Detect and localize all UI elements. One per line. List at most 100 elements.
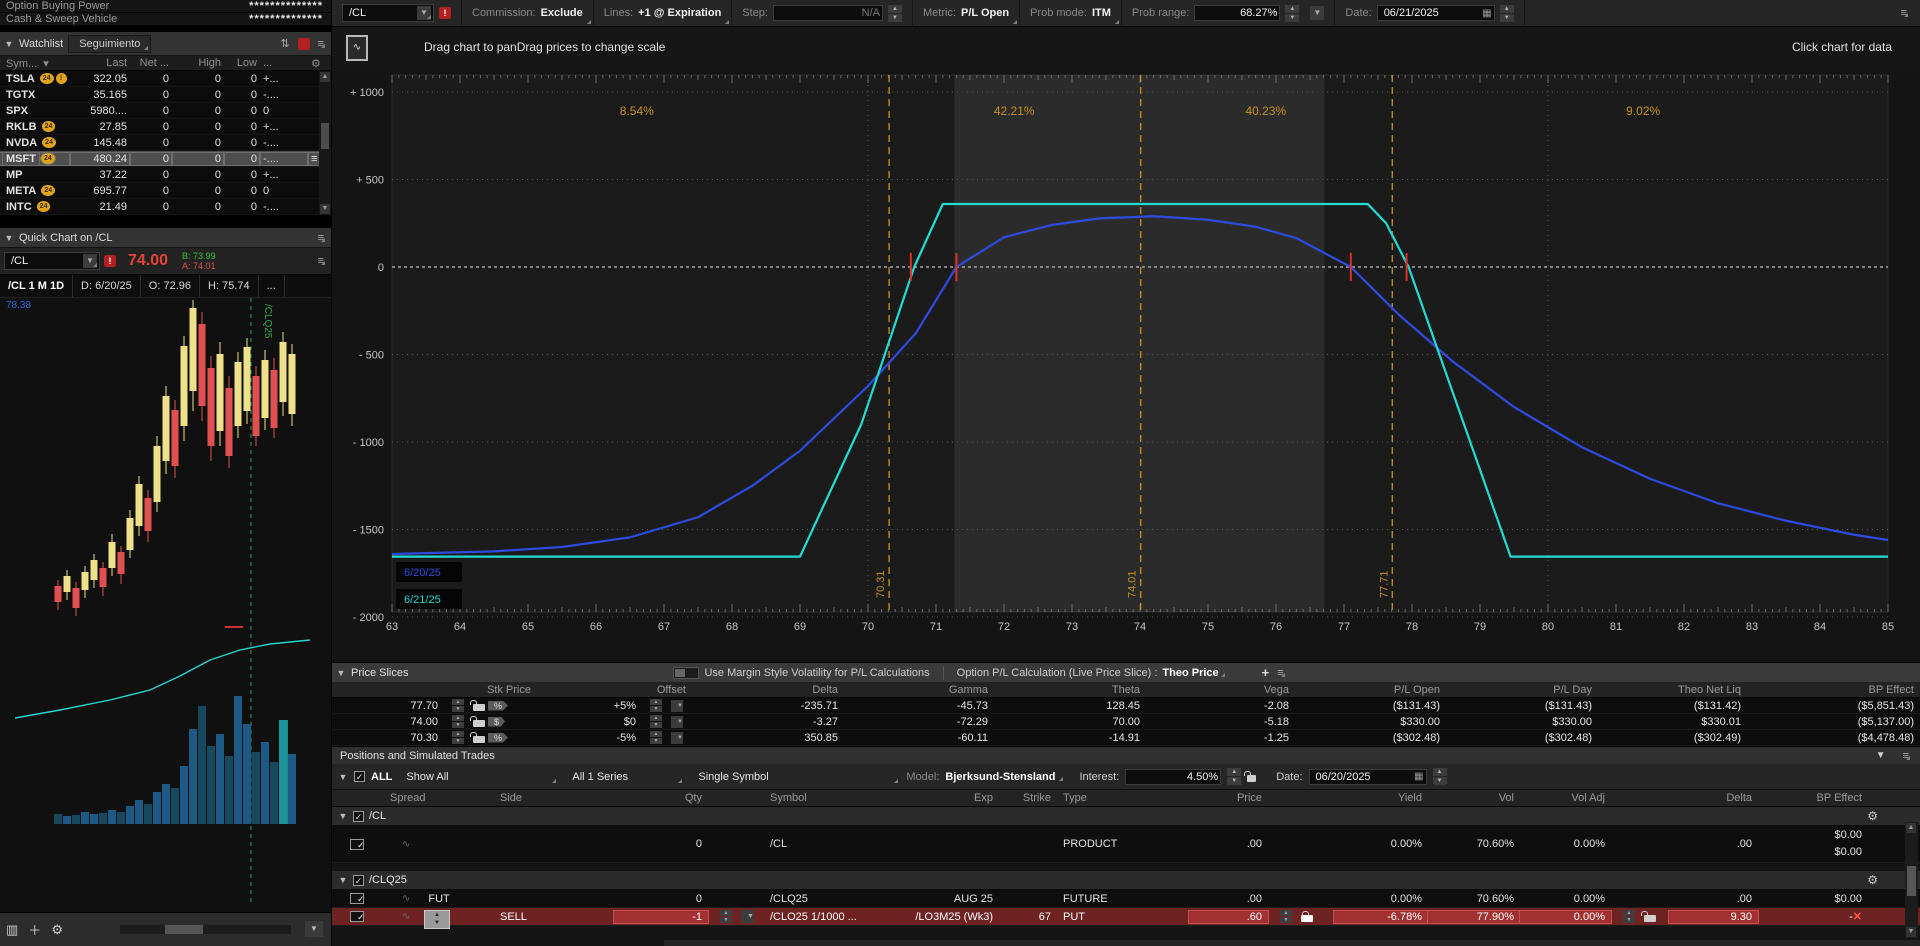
watchlist-row[interactable]: NVDA24145.48000-.... [0,135,331,151]
chevron-down-icon[interactable]: ▼ [338,772,348,782]
col-symbol[interactable]: Sym... ▾ [0,57,70,70]
calendar-icon[interactable]: ▦ [1414,771,1423,782]
price-cell[interactable]: .00 [1189,838,1268,850]
chart-mode-icon[interactable]: ∿ [346,35,368,61]
spin-up-icon[interactable]: ▲ [1227,768,1241,776]
percent-tag[interactable]: % [488,701,508,711]
add-icon[interactable]: ＋ [28,920,41,939]
commission-setting[interactable]: Commission: Exclude [462,0,594,26]
spin-down-icon[interactable]: ▼ [720,917,732,923]
spin-down-icon[interactable]: ▼ [1285,14,1299,22]
unlock-icon[interactable] [473,736,485,743]
spin-up-icon[interactable]: ▲ [650,699,662,705]
col-last[interactable]: Last [70,57,130,69]
col-offset[interactable]: Offset [537,684,692,696]
col-symbol[interactable]: Symbol [764,792,879,804]
col-spread[interactable]: Spread [384,792,494,804]
row-checkbox[interactable]: ✓ [350,893,364,904]
chart-period[interactable]: /CL 1 M 1D [0,275,73,297]
spin-down-icon[interactable]: ▼ [1227,777,1241,785]
calendar-icon[interactable]: ▦ [1482,8,1491,19]
col-gamma[interactable]: Gamma [844,684,994,696]
offset-stepper[interactable]: ▲▼ [644,715,668,728]
row-checkbox[interactable]: ✓ [350,911,364,922]
unlock-icon[interactable] [473,704,485,711]
scroll-up-icon[interactable]: ▲ [1906,823,1916,833]
scroll-down-icon[interactable]: ▼ [1906,927,1916,937]
step-stepper[interactable]: ▲▼ [888,5,902,22]
offset-stepper[interactable]: ▲▼ [644,731,668,744]
lines-setting[interactable]: Lines: +1 @ Expiration [594,0,733,26]
scrollbar-thumb[interactable] [321,123,329,149]
price-cell[interactable]: .00 [1189,893,1268,905]
unlock-icon[interactable] [1644,915,1656,922]
spin-up-icon[interactable]: ▲ [1500,5,1514,13]
watchlist-row[interactable]: TSLA24!322.05000+... [0,71,331,87]
chevron-down-icon[interactable]: ▼ [338,875,348,885]
spin-down-icon[interactable]: ▼ [452,706,464,712]
position-row[interactable]: ✓∿FUT0/CLQ25AUG 25FUTURE.000.00%70.60%0.… [332,890,1920,908]
offset-stepper[interactable]: ▲▼ [644,699,668,712]
menu-icon[interactable]: ≡ [315,255,327,267]
date-input[interactable]: 06/21/2025 ▦ [1377,5,1495,21]
row-checkbox[interactable]: ✓ [350,839,364,850]
price-slice-row[interactable]: 74.00▲▼$$0▲▼▼-3.27-72.2970.00-5.18$330.0… [332,714,1920,730]
watchlist-tab-seguimiento[interactable]: Seguimiento [68,35,151,53]
chevron-down-icon[interactable]: ▼ [336,668,346,678]
filter-single-symbol[interactable]: Single Symbol [690,769,900,785]
spin-up-icon[interactable]: ▲ [452,731,464,737]
spin-down-icon[interactable]: ▼ [650,722,662,728]
spin-down-icon[interactable]: ▼ [888,14,902,22]
bottom-scroll-strip[interactable] [664,940,1920,946]
col-extra[interactable]: ... [260,57,308,69]
interest-input[interactable]: 4.50% [1125,769,1221,785]
prob-range-input[interactable]: 68.27% [1194,5,1280,21]
spin-down-icon[interactable]: ▼ [428,919,446,927]
menu-icon[interactable]: ≡ [1900,750,1912,762]
position-group-header[interactable]: ▼✓/CL⚙ [332,807,1920,826]
watchlist-row[interactable]: TGTX35.165000-.... [0,87,331,103]
spin-down-icon[interactable]: ▼ [650,706,662,712]
col-yield[interactable]: Yield [1334,792,1428,804]
stk-price-value[interactable]: 70.30 [332,732,444,744]
watchlist-scrollbar[interactable]: ▲ ▼ [319,71,331,215]
symbol-input[interactable]: /CL ▼ [4,252,100,270]
margin-volatility-checkbox[interactable] [673,667,699,679]
col-net[interactable]: Net ... [130,57,172,69]
add-slice-button[interactable]: + [1262,665,1270,680]
unlock-icon[interactable] [1247,775,1256,782]
gear-icon[interactable]: ⚙ [1867,809,1878,823]
menu-icon[interactable]: ≡ [315,38,327,50]
col-high[interactable]: High [172,57,224,69]
strike-cell[interactable]: 67 [999,911,1057,923]
opl-calc-value[interactable]: Theo Price [1162,667,1226,679]
gear-icon[interactable]: ⚙ [1867,873,1878,887]
spin-up-icon[interactable]: ▲ [650,731,662,737]
qty-stepper[interactable]: ▲▼ [714,910,738,923]
watchlist-row[interactable]: MP37.22000+... [0,167,331,183]
positions-scrollbar[interactable]: ▲ ▼ [1905,822,1918,938]
scrollbar-thumb[interactable] [1907,866,1916,896]
spin-up-icon[interactable]: ▲ [888,5,902,13]
close-row-icon[interactable]: ✕ [1853,911,1862,923]
chevron-down-icon[interactable]: ▼ [671,732,683,744]
collapse-all-icon[interactable]: ▼ [1876,750,1886,761]
col-pl-open[interactable]: P/L Open [1295,684,1446,696]
risk-profile-chart[interactable]: + 1000+ 5000- 500- 1000- 1500- 200063646… [332,70,1914,662]
vol-adj-stepper[interactable]: ▲▼ [1617,910,1641,923]
chevron-down-icon[interactable]: ▼ [4,39,14,49]
price-stepper[interactable]: ▲▼ [1274,910,1298,923]
stk-price-value[interactable]: 77.70 [332,700,444,712]
position-row[interactable]: ✓∿0/CLPRODUCT.000.00%70.60%0.00%.00$0.00… [332,826,1920,863]
step-input[interactable]: N/A [773,5,883,21]
alert-badge[interactable]: ! [104,255,116,267]
spin-down-icon[interactable]: ▼ [452,738,464,744]
spin-up-icon[interactable]: ▲ [720,910,732,916]
symbol-input[interactable]: /CL ▼ [342,4,434,22]
col-bp-effect[interactable]: BP Effect [1758,792,1868,804]
offset-value[interactable]: -5% [537,732,642,744]
chart-type-icon[interactable]: ▥ [6,922,18,938]
menu-icon[interactable]: ≡ [315,232,327,244]
col-stk-price[interactable]: Stk Price [332,684,537,696]
col-vega[interactable]: Vega [1146,684,1295,696]
